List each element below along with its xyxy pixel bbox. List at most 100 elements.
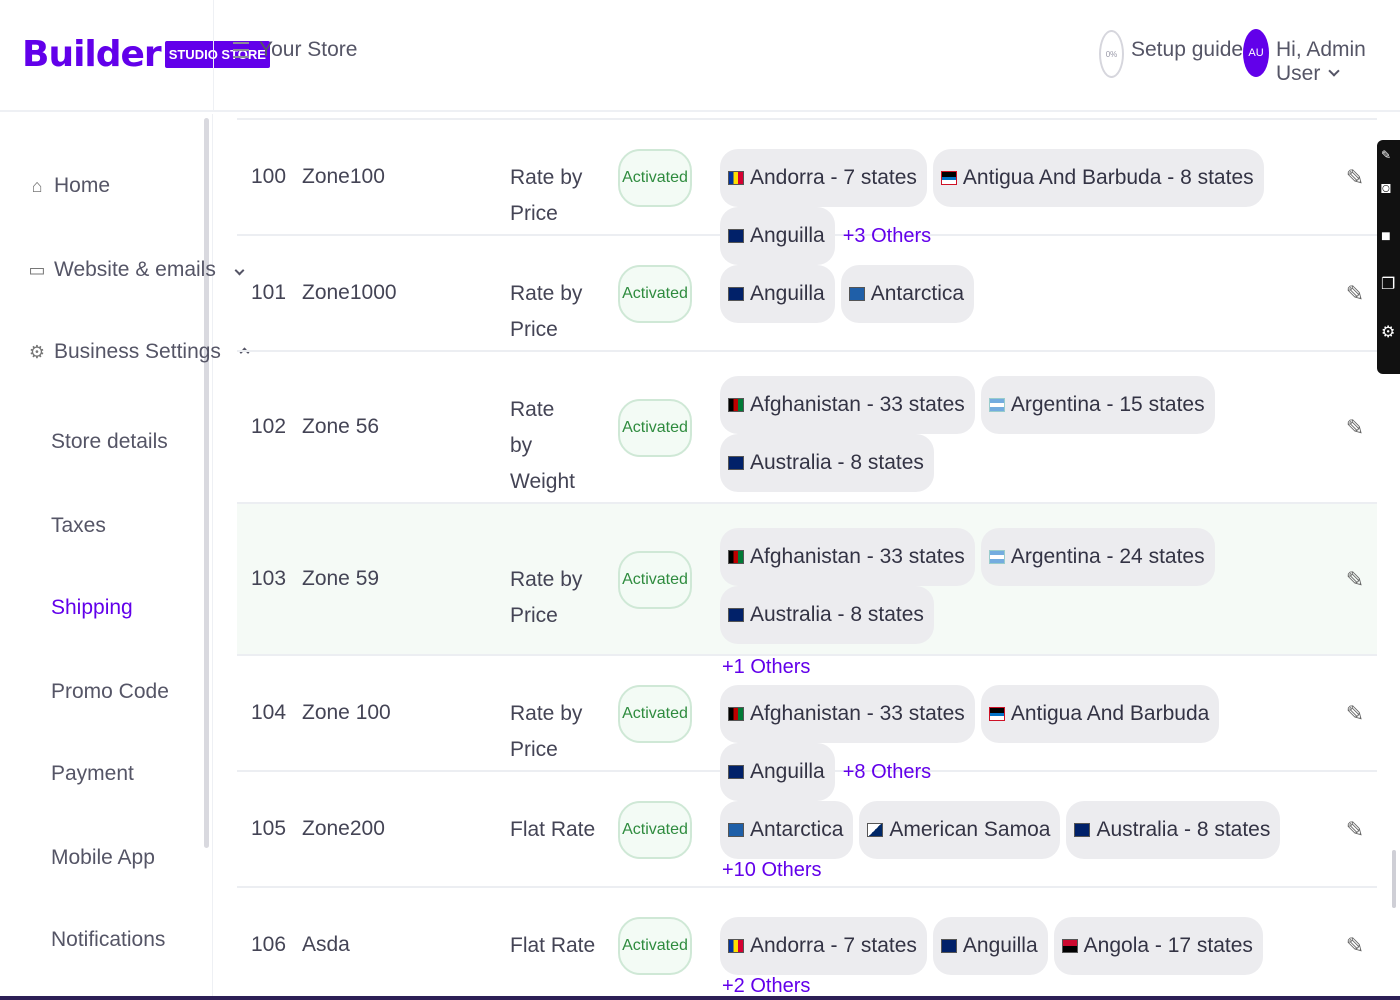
sidebar-item-label: Home [54,174,111,197]
region-label: Afghanistan - 33 states [750,545,965,568]
pencil-edit-icon[interactable]: ✎ [1345,276,1365,312]
zone-regions: Anguilla Antarctica [720,265,1300,323]
zone-rate-type: Rate by Price [510,702,583,761]
zone-name: Zone 59 [302,567,380,590]
afghanistan-flag-icon [728,398,744,412]
region-chip: Angola - 17 states [1053,917,1263,975]
zone-rate-type: Rate by Price [510,166,583,225]
australia-flag-icon [1074,823,1091,837]
sidebar-item-label: Website & emails [54,258,216,281]
zone-name: Zone200 [302,817,385,840]
status-badge: Activated [618,265,692,323]
region-label: Afghanistan - 33 states [750,702,965,725]
table-row[interactable]: 102 Zone 56 Rate by Weight Activated Afghani… [237,352,1377,526]
status-badge: Activated [618,399,692,457]
region-chip: Antigua And Barbuda - 8 states [932,149,1264,207]
region-chip: Afghanistan - 33 states [720,528,975,586]
status-badge: Activated [618,149,692,207]
region-label: Angola - 17 states [1083,934,1253,957]
zone-name: Zone100 [302,165,385,188]
table-row[interactable]: 106 Asda Flat Rate Activated Andorra - 7 sta… [237,888,1377,1000]
hamburger-menu-icon[interactable] [233,42,249,62]
shipping-zones-table: 100 Zone100 Rate by Price Activated Andorra … [237,118,1377,1000]
sidebar-item-taxes[interactable]: Taxes [51,514,106,538]
page-scrollbar[interactable] [1392,850,1396,908]
pen-icon[interactable]: ✎ [1381,148,1391,162]
zone-id: 104 [251,701,287,724]
store-title: Your Store [259,38,358,61]
region-chip: American Samoa [859,801,1061,859]
copy-icon[interactable]: ❐ [1381,274,1395,294]
top-header: Builder STUDIO STORE Your Store 0% Setup… [0,0,1400,112]
sidebar-item-promo-code[interactable]: Promo Code [51,680,169,704]
sidebar-item-payment[interactable]: Payment [51,762,134,786]
antigua-flag-icon [940,171,957,185]
zone-rate-type: Flat Rate [510,934,596,957]
zone-rate-type: Flat Rate [510,818,596,841]
pencil-edit-icon[interactable]: ✎ [1345,928,1365,964]
brand-word: Builder [22,34,162,75]
sidebar-item-store-details[interactable]: Store details [51,430,168,454]
antigua-flag-icon [988,707,1005,721]
region-chip: Andorra - 7 states [720,917,927,975]
region-chip: Afghanistan - 33 states [720,685,975,743]
table-row[interactable]: 101 Zone1000 Rate by Price Activated Anguill… [237,236,1377,352]
sidebar-item-home[interactable]: ⌂ Home [28,174,110,198]
sidebar-item-notifications[interactable]: Notifications [51,928,165,952]
region-label: American Samoa [889,818,1051,841]
avatar[interactable]: AU [1243,29,1269,77]
table-row[interactable]: 100 Zone100 Rate by Price Activated Andorra … [237,120,1377,265]
argentina-flag-icon [988,398,1005,412]
status-badge: Activated [618,801,692,859]
zone-id: 106 [251,933,287,956]
table-row[interactable]: 103 Zone 59 Rate by Price Activated Afghanis… [237,504,1377,678]
pencil-edit-icon[interactable]: ✎ [1345,410,1365,446]
region-label: Australia - 8 states [750,451,924,474]
region-label: Andorra - 7 states [750,166,917,189]
camera-icon[interactable]: ◙ [1381,180,1391,198]
region-chip: Australia - 8 states [1066,801,1281,859]
region-label: Andorra - 7 states [750,934,917,957]
brand-badge: STUDIO STORE [164,41,270,68]
pencil-edit-icon[interactable]: ✎ [1345,812,1365,848]
zone-name: Zone1000 [302,281,397,304]
setup-guide-label: Setup guide [1131,38,1244,61]
region-label: Argentina - 15 states [1010,393,1205,416]
table-row[interactable]: 105 Zone200 Flat Rate Activated Antarctica Am… [237,772,1377,888]
australia-flag-icon [728,608,744,622]
table-row[interactable]: 104 Zone 100 Rate by Price Activated Afghani… [237,656,1377,801]
status-badge: Activated [618,551,692,609]
region-label: Antigua And Barbuda [1010,702,1210,725]
region-chip: Afghanistan - 33 states [720,376,975,434]
zone-regions: Andorra - 7 states Anguilla Angola - 17 st… [720,917,1300,998]
region-label: Australia - 8 states [750,603,924,626]
andorra-flag-icon [728,939,744,953]
zone-rate-type: Rate by Price [510,282,583,341]
sidebar-item-website-emails[interactable]: ▭ Website & emails [28,258,245,282]
region-chip: Antarctica [720,801,854,859]
region-chip: Argentina - 15 states [980,376,1215,434]
sidebar-item-shipping[interactable]: Shipping [51,596,133,620]
region-label: Antarctica [750,818,844,841]
region-label: Anguilla [962,934,1038,957]
gear-icon[interactable]: ⚙ [1381,322,1395,342]
zone-name: Zone 100 [302,701,391,724]
monitor-icon: ▭ [28,259,46,280]
video-icon[interactable]: ■ [1381,228,1391,246]
floating-toolbar: ✎ ◙ ■ ❐ ⚙ [1377,140,1400,374]
setup-guide-dropdown[interactable]: Setup guide [1131,38,1263,62]
region-label: Afghanistan - 33 states [750,393,965,416]
pencil-edit-icon[interactable]: ✎ [1345,160,1365,196]
sidebar-item-business-settings[interactable]: ⚙ Business Settings [28,340,250,364]
gear-icon: ⚙ [28,341,46,362]
sidebar-item-mobile-app[interactable]: Mobile App [51,846,155,870]
sidebar-scrollbar[interactable] [204,118,209,848]
status-badge: Activated [618,917,692,975]
more-regions-link[interactable]: +2 Others [722,975,810,998]
region-chip: Argentina - 24 states [980,528,1215,586]
pencil-edit-icon[interactable]: ✎ [1345,562,1365,598]
more-regions-link[interactable]: +10 Others [722,859,822,882]
region-chip: Anguilla [720,265,835,323]
user-menu-dropdown[interactable]: Hi, Admin User [1276,38,1400,86]
pencil-edit-icon[interactable]: ✎ [1345,696,1365,732]
